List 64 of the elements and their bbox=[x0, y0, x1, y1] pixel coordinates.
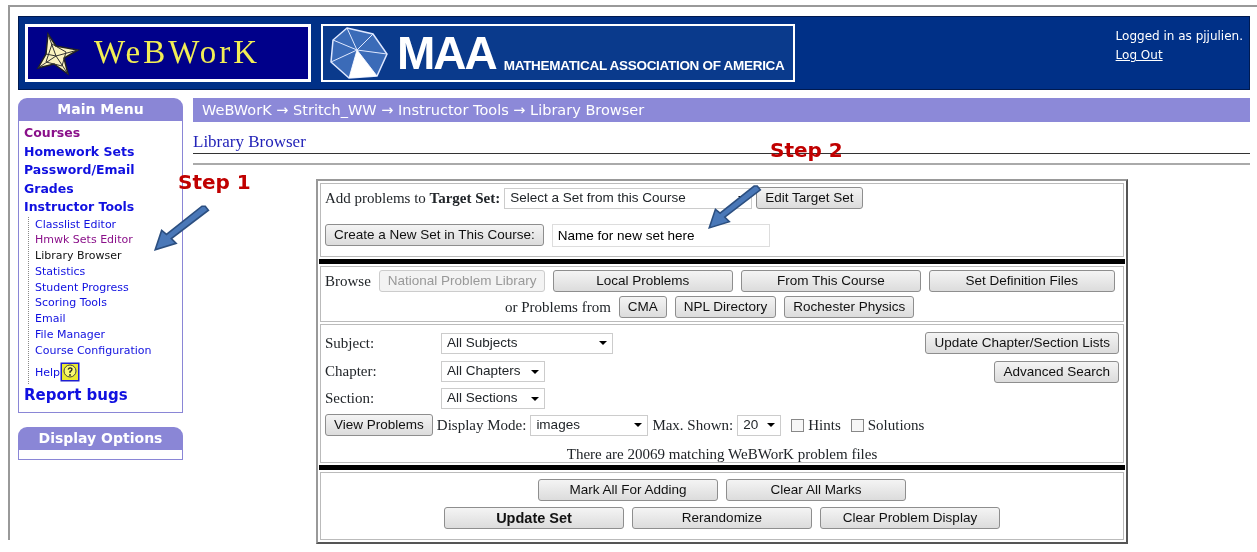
field-label: Subject: bbox=[325, 333, 376, 353]
menu-link[interactable]: Instructor Tools bbox=[24, 198, 177, 217]
webwork-logo: WeBWorK bbox=[25, 24, 311, 82]
filter-select[interactable]: All Chapters bbox=[441, 361, 545, 382]
update-set-button[interactable]: Update Set bbox=[444, 507, 624, 529]
pointer-arrow bbox=[706, 183, 762, 231]
action-button[interactable]: Mark All For Adding bbox=[538, 479, 718, 501]
max-shown-label: Max. Shown: bbox=[652, 416, 734, 435]
target-set-label: Add problems to Target Set: bbox=[325, 189, 501, 208]
logout-link[interactable]: Log Out bbox=[1115, 48, 1163, 63]
new-set-name-field[interactable]: Name for new set here bbox=[551, 223, 770, 247]
menu-link[interactable]: Password/Email bbox=[24, 161, 177, 180]
menu-link[interactable]: Report bugs bbox=[24, 383, 177, 406]
menu-link[interactable]: Homework Sets bbox=[24, 142, 177, 161]
source-label: or Problems from bbox=[505, 297, 611, 317]
source-button[interactable]: NPL Directory bbox=[674, 295, 777, 318]
menu-link[interactable]: Classlist Editor bbox=[35, 216, 177, 233]
target-set-select[interactable]: Select a Set from this Course bbox=[504, 187, 753, 209]
create-set-button[interactable]: Create a New Set in This Course: bbox=[325, 224, 544, 246]
checkbox[interactable] bbox=[850, 418, 864, 432]
menu-link[interactable]: Help bbox=[35, 365, 61, 379]
menu-link[interactable]: Hmwk Sets Editor bbox=[35, 232, 177, 249]
menu-link[interactable]: Statistics bbox=[35, 263, 177, 280]
menu-link[interactable]: Email bbox=[35, 311, 177, 328]
source-button[interactable]: Rochester Physics bbox=[784, 295, 915, 318]
browse-button[interactable]: From This Course bbox=[740, 270, 921, 293]
step-annotation: Step 1 bbox=[178, 169, 251, 196]
menu-link[interactable]: File Manager bbox=[35, 327, 177, 343]
view-problems-button[interactable]: View Problems bbox=[325, 414, 433, 437]
menu-link[interactable]: Courses bbox=[24, 124, 177, 143]
menu-link[interactable]: Grades bbox=[24, 179, 177, 198]
menu-link[interactable]: Scoring Tools bbox=[35, 295, 177, 312]
menu-header: Main Menu bbox=[18, 98, 183, 121]
advanced-search-button[interactable]: Advanced Search bbox=[994, 360, 1119, 383]
menu-link[interactable]: Library Browser bbox=[35, 248, 177, 264]
star-web-icon bbox=[34, 30, 82, 76]
checkbox-label: Solutions bbox=[867, 416, 925, 435]
menu-link[interactable]: Course Configuration bbox=[35, 342, 177, 359]
field-label: Chapter: bbox=[325, 362, 378, 382]
max-shown-select[interactable]: 20 bbox=[737, 414, 782, 436]
edit-target-set-button[interactable]: Edit Target Set bbox=[756, 187, 863, 210]
browse-label: Browse bbox=[325, 272, 371, 291]
breadcrumb-bar: WeBWorK → Stritch_WW → Instructor Tools → Library Browser bbox=[193, 98, 1250, 122]
page-title: Library Browser bbox=[193, 132, 306, 151]
filter-select[interactable]: All Subjects bbox=[441, 332, 613, 354]
update-lists-button[interactable]: Update Chapter/Section Lists bbox=[925, 332, 1119, 354]
help-icon[interactable] bbox=[60, 362, 81, 383]
source-button[interactable]: CMA bbox=[618, 295, 667, 318]
match-count-text: There are 20069 matching WeBWorK problem files bbox=[566, 445, 878, 462]
maa-logo: MAA MATHEMATICAL ASSOCIATION OF AMERICA bbox=[321, 24, 795, 82]
checkbox[interactable] bbox=[791, 418, 805, 432]
field-label: Section: bbox=[325, 389, 376, 409]
polyhedron-icon bbox=[327, 26, 389, 80]
action-button[interactable]: Clear Problem Display bbox=[820, 507, 1000, 529]
menu-link[interactable]: Student Progress bbox=[35, 279, 177, 296]
checkbox-label: Hints bbox=[808, 416, 841, 435]
browse-button[interactable]: Set Definition Files bbox=[928, 270, 1115, 293]
action-button[interactable]: Rerandomize bbox=[632, 507, 812, 529]
browse-button[interactable]: Local Problems bbox=[552, 270, 733, 293]
login-status: Logged in as pjjulien. bbox=[1115, 28, 1243, 45]
filter-select[interactable]: All Sections bbox=[441, 388, 545, 409]
display-mode-label: Display Mode: bbox=[436, 416, 527, 435]
display-mode-select[interactable]: images bbox=[530, 414, 649, 436]
action-button[interactable]: Clear All Marks bbox=[726, 479, 906, 501]
